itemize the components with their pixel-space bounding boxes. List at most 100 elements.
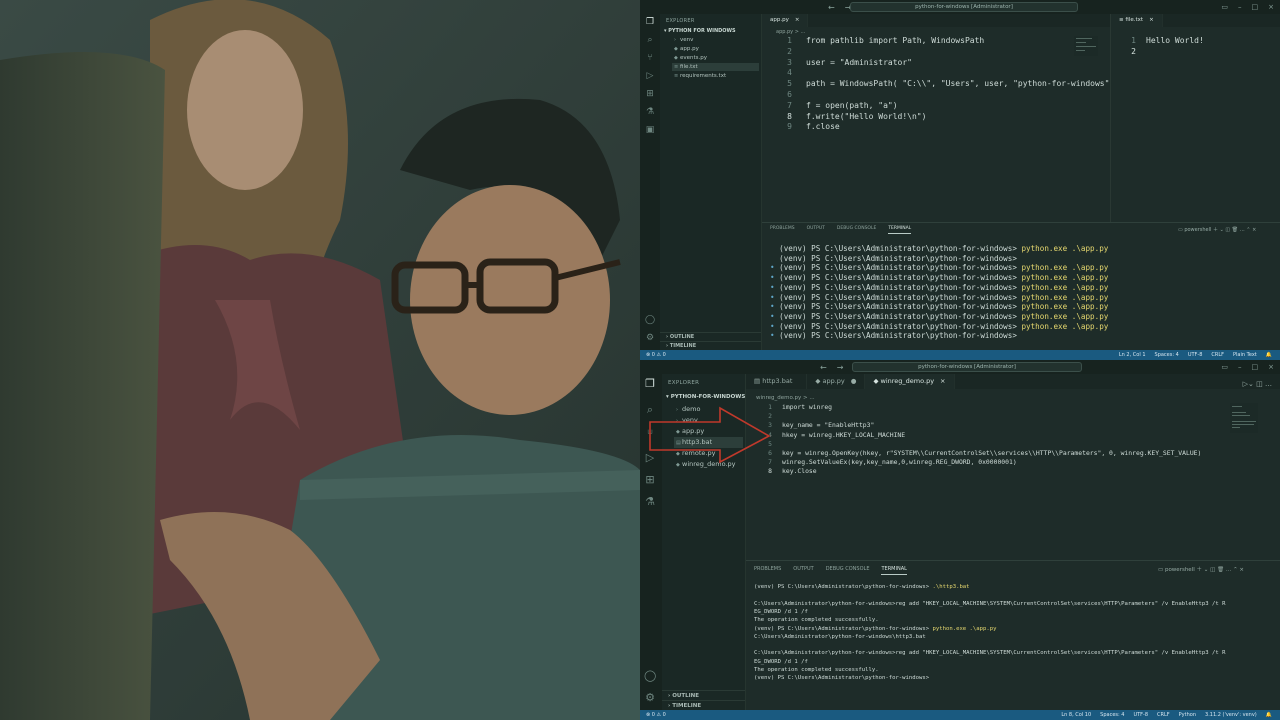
line-ending[interactable]: CRLF [1157,710,1170,720]
close-tab-icon[interactable]: × [940,377,945,385]
outline-section[interactable]: › OUTLINE [660,332,761,341]
line-ending[interactable]: CRLF [1211,350,1224,360]
tree-item-requirements-txt[interactable]: ≡ requirements.txt [672,72,759,80]
command-center-search[interactable]: python-for-windows [Administrator] [852,362,1082,372]
terminal-output[interactable]: (venv) PS C:\Users\Administrator\python-… [754,584,1274,694]
code-line[interactable]: from pathlib import Path, WindowsPath [806,36,984,45]
manage-gear-icon[interactable]: ⚙ [644,692,656,704]
more-icon[interactable]: … [1226,567,1232,573]
tab-terminal[interactable]: TERMINAL [881,566,907,575]
minimap[interactable] [1230,403,1258,433]
manage-gear-icon[interactable]: ⚙ [644,332,656,344]
code-editor-app-py[interactable]: 1 from pathlib import Path, WindowsPath 2 3… [770,36,1109,146]
code-line[interactable]: f = open(path, "a") [806,101,898,110]
panel-border[interactable] [762,222,1280,223]
split-terminal-icon[interactable]: ◫ [1225,227,1230,233]
close-tab-icon[interactable]: × [1149,17,1154,23]
language-mode[interactable]: Python [1179,710,1196,720]
code-line[interactable]: hkey = winreg.HKEY_LOCAL_MACHINE [782,431,905,439]
code-line[interactable]: path = WindowsPath( "C:\\", "Users", use… [806,79,1109,88]
chevron-down-icon[interactable]: ⌄ [1204,567,1209,573]
cursor-position[interactable]: Ln 2, Col 1 [1119,350,1146,360]
problems-status[interactable]: ⊗ 0 ⚠ 0 [646,350,666,360]
split-terminal-icon[interactable]: ◫ [1210,567,1215,573]
encoding[interactable]: UTF-8 [1133,710,1148,720]
trash-icon[interactable]: 🗑 [1217,567,1224,573]
close-panel-icon[interactable]: × [1239,567,1244,573]
encoding[interactable]: UTF-8 [1188,350,1203,360]
account-icon[interactable]: ◯ [644,670,656,682]
command-decoration-icon[interactable]: • [770,273,779,282]
layout-icon[interactable]: ▭ [1221,3,1228,11]
forward-arrow-icon[interactable]: → [837,363,844,372]
run-debug-icon[interactable]: ▷ [644,70,656,82]
split-editor-icon[interactable]: ◫ [1256,380,1263,388]
tab-output[interactable]: OUTPUT [807,226,825,234]
more-icon[interactable]: … [1265,380,1272,388]
tree-item-venv[interactable]: › venv [672,36,759,44]
editor-split-divider[interactable] [1110,27,1111,222]
close-window-icon[interactable]: × [1268,363,1274,371]
maximize-icon[interactable]: □ [1252,363,1259,371]
tab-debug-console[interactable]: DEBUG CONSOLE [837,226,876,234]
back-arrow-icon[interactable]: ← [828,3,835,12]
project-folder[interactable]: ▾ PYTHON-FOR-WINDOWS [666,394,745,400]
tab-debug-console[interactable]: DEBUG CONSOLE [826,566,870,575]
code-line[interactable]: f.close [806,122,840,131]
source-control-icon[interactable]: ⑂ [644,52,656,64]
command-center-search[interactable]: python-for-windows [Administrator] [850,2,1078,12]
back-arrow-icon[interactable]: ← [820,363,827,372]
minimize-icon[interactable]: – [1238,3,1242,11]
command-decoration-icon[interactable]: • [770,263,779,272]
language-mode[interactable]: Plain Text [1233,350,1257,360]
cursor-position[interactable]: Ln 8, Col 10 [1061,710,1091,720]
tab-terminal[interactable]: TERMINAL [888,226,912,234]
chevron-down-icon[interactable]: ⌄ [1220,227,1224,233]
problems-status[interactable]: ⊗ 0 ⚠ 0 [646,710,666,720]
explorer-icon[interactable]: ❐ [644,378,656,390]
tree-item-events-py[interactable]: ◆ events.py [672,54,759,62]
tab-app-py[interactable]: ◆ app.py ● [807,374,866,389]
outline-section[interactable]: › OUTLINE [662,690,745,700]
command-decoration-icon[interactable]: • [770,302,779,311]
tab-app-py[interactable]: app.py × [762,14,809,27]
nav-arrows[interactable]: ← → [820,363,843,372]
python-interpreter[interactable]: 3.11.2 ('venv': venv) [1205,710,1257,720]
tab-winreg-demo-py[interactable]: ◆ winreg_demo.py × [865,374,955,389]
command-decoration-icon[interactable]: • [770,322,779,331]
unsaved-dot-icon[interactable]: ● [851,377,857,385]
command-decoration-icon[interactable] [770,254,779,263]
code-line[interactable]: key_name = "EnableHttp3" [782,421,874,429]
timeline-section[interactable]: › TIMELINE [660,341,761,350]
testing-icon[interactable]: ⚗ [644,106,656,118]
tree-item-file-txt[interactable]: ≡ file.txt [672,63,759,71]
tab-file-txt[interactable]: ≡ file.txt × [1111,14,1163,27]
tab-http3-bat[interactable]: ▤ http3.bat [746,374,808,389]
run-python-icon[interactable]: ▷⌄ [1243,380,1254,388]
code-editor-winreg-demo[interactable]: 1 import winreg 2 3 key_name = "EnableHttp3"… [750,403,1270,483]
maximize-icon[interactable]: □ [1252,3,1259,11]
code-line[interactable]: winreg.SetValueEx(key,key_name,0,winreg.… [782,458,1017,466]
account-icon[interactable]: ◯ [644,314,656,326]
command-decoration-icon[interactable]: • [770,283,779,292]
new-terminal-icon[interactable]: ＋ [1213,227,1218,233]
terminal-shell-label[interactable]: powershell [1165,567,1195,573]
testing-icon[interactable]: ⚗ [644,496,656,508]
tree-item-app-py[interactable]: ◆ app.py [672,45,759,53]
chevron-up-icon[interactable]: ⌃ [1233,567,1238,573]
explorer-icon[interactable]: ❐ [644,16,656,28]
new-terminal-icon[interactable]: ＋ [1197,567,1203,573]
project-folder[interactable]: ▾ PYTHON FOR WINDOWS [664,28,736,34]
code-line[interactable]: key.Close [782,467,817,475]
nav-arrows[interactable]: ← → [828,3,851,12]
extensions-icon[interactable]: ⊞ [644,88,656,100]
trash-icon[interactable]: 🗑 [1232,227,1238,233]
more-icon[interactable]: … [1240,227,1245,233]
terminal-output[interactable]: (venv) PS C:\Users\Administrator\python-… [770,244,1270,350]
indentation[interactable]: Spaces: 4 [1155,350,1179,360]
extensions-icon[interactable]: ⊞ [644,474,656,486]
timeline-section[interactable]: › TIMELINE [662,700,745,710]
close-window-icon[interactable]: × [1268,3,1274,11]
code-line[interactable]: key = winreg.OpenKey(hkey, r"SYSTEM\\Cur… [782,449,1201,457]
tab-problems[interactable]: PROBLEMS [754,566,781,575]
